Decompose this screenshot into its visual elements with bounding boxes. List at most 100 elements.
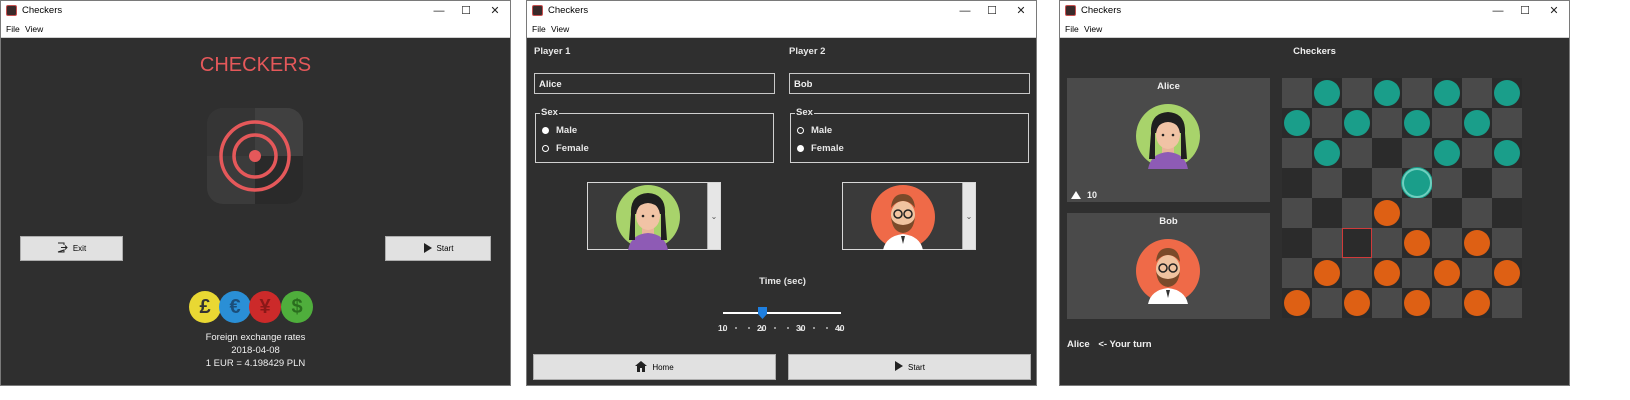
menu-view[interactable]: View bbox=[1084, 24, 1102, 34]
board-cell[interactable] bbox=[1492, 168, 1522, 198]
board-cell[interactable] bbox=[1312, 78, 1342, 108]
menu-file[interactable]: File bbox=[1065, 24, 1079, 34]
menu-file[interactable]: File bbox=[532, 24, 546, 34]
player2-avatar-select[interactable]: ⌄ bbox=[842, 182, 976, 250]
board-cell[interactable] bbox=[1312, 228, 1342, 258]
board-cell[interactable] bbox=[1282, 168, 1312, 198]
menu-view[interactable]: View bbox=[25, 24, 43, 34]
board-cell[interactable] bbox=[1432, 168, 1462, 198]
board-cell[interactable] bbox=[1462, 168, 1492, 198]
menu-file[interactable]: File bbox=[6, 24, 20, 34]
board-cell[interactable] bbox=[1462, 258, 1492, 288]
board-cell[interactable] bbox=[1492, 198, 1522, 228]
board-cell[interactable] bbox=[1462, 108, 1492, 138]
start-button[interactable]: Start bbox=[788, 354, 1031, 380]
orange-piece[interactable] bbox=[1464, 290, 1490, 316]
selected-teal-piece[interactable] bbox=[1404, 170, 1430, 196]
board-cell[interactable] bbox=[1342, 78, 1372, 108]
player2-female-radio[interactable]: Female bbox=[797, 143, 844, 154]
board-cell[interactable] bbox=[1462, 288, 1492, 318]
orange-piece[interactable] bbox=[1494, 260, 1520, 286]
board-cell[interactable] bbox=[1492, 228, 1522, 258]
orange-piece[interactable] bbox=[1404, 290, 1430, 316]
maximize-button[interactable]: ☐ bbox=[981, 3, 1003, 19]
board-cell[interactable] bbox=[1372, 168, 1402, 198]
board-cell[interactable] bbox=[1492, 288, 1522, 318]
orange-piece[interactable] bbox=[1374, 260, 1400, 286]
board-cell[interactable] bbox=[1432, 228, 1462, 258]
minimize-button[interactable]: — bbox=[428, 3, 450, 19]
teal-piece[interactable] bbox=[1464, 110, 1490, 136]
player1-male-radio[interactable]: Male bbox=[542, 125, 577, 136]
board-cell[interactable] bbox=[1312, 168, 1342, 198]
board-cell[interactable] bbox=[1282, 138, 1312, 168]
teal-piece[interactable] bbox=[1494, 80, 1520, 106]
board-cell[interactable] bbox=[1402, 78, 1432, 108]
board-cell[interactable] bbox=[1282, 108, 1312, 138]
board-cell[interactable] bbox=[1372, 288, 1402, 318]
board-cell[interactable] bbox=[1402, 198, 1432, 228]
teal-piece[interactable] bbox=[1314, 140, 1340, 166]
board-cell[interactable] bbox=[1402, 168, 1432, 198]
slider-thumb[interactable] bbox=[757, 306, 767, 319]
player1-name-input[interactable]: Alice bbox=[534, 73, 775, 94]
board-cell[interactable] bbox=[1492, 138, 1522, 168]
board-cell[interactable] bbox=[1342, 288, 1372, 318]
orange-piece[interactable] bbox=[1404, 230, 1430, 256]
board-cell[interactable] bbox=[1312, 138, 1342, 168]
board-cell[interactable] bbox=[1342, 198, 1372, 228]
board-cell[interactable] bbox=[1372, 78, 1402, 108]
board-cell[interactable] bbox=[1282, 288, 1312, 318]
board-cell[interactable] bbox=[1402, 288, 1432, 318]
board-cell[interactable] bbox=[1402, 228, 1432, 258]
board-cell[interactable] bbox=[1432, 138, 1462, 168]
home-button[interactable]: Home bbox=[533, 354, 776, 380]
close-button[interactable]: ✕ bbox=[1543, 3, 1565, 19]
teal-piece[interactable] bbox=[1404, 110, 1430, 136]
teal-piece[interactable] bbox=[1494, 140, 1520, 166]
board-cell[interactable] bbox=[1432, 78, 1462, 108]
board-cell[interactable] bbox=[1432, 198, 1462, 228]
board-cell[interactable] bbox=[1312, 258, 1342, 288]
orange-piece[interactable] bbox=[1374, 200, 1400, 226]
board-cell[interactable] bbox=[1402, 108, 1432, 138]
orange-piece[interactable] bbox=[1314, 260, 1340, 286]
board-cell[interactable] bbox=[1372, 228, 1402, 258]
board-cell[interactable] bbox=[1342, 258, 1372, 288]
player2-name-input[interactable]: Bob bbox=[789, 73, 1030, 94]
board-cell[interactable] bbox=[1342, 108, 1372, 138]
menu-view[interactable]: View bbox=[551, 24, 569, 34]
teal-piece[interactable] bbox=[1284, 110, 1310, 136]
chevron-down-icon[interactable]: ⌄ bbox=[962, 183, 975, 249]
board-cell[interactable] bbox=[1312, 108, 1342, 138]
board-cell[interactable] bbox=[1312, 288, 1342, 318]
board-cell[interactable] bbox=[1282, 228, 1312, 258]
board-cell[interactable] bbox=[1462, 228, 1492, 258]
board-cell[interactable] bbox=[1432, 288, 1462, 318]
close-button[interactable]: ✕ bbox=[1010, 3, 1032, 19]
player1-female-radio[interactable]: Female bbox=[542, 143, 589, 154]
board-cell[interactable] bbox=[1402, 138, 1432, 168]
orange-piece[interactable] bbox=[1284, 290, 1310, 316]
board-cell[interactable] bbox=[1372, 138, 1402, 168]
maximize-button[interactable]: ☐ bbox=[455, 3, 477, 19]
teal-piece[interactable] bbox=[1344, 110, 1370, 136]
board-cell[interactable] bbox=[1342, 168, 1372, 198]
close-button[interactable]: ✕ bbox=[484, 3, 506, 19]
maximize-button[interactable]: ☐ bbox=[1514, 3, 1536, 19]
board-cell[interactable] bbox=[1462, 198, 1492, 228]
teal-piece[interactable] bbox=[1374, 80, 1400, 106]
board-cell[interactable] bbox=[1492, 78, 1522, 108]
orange-piece[interactable] bbox=[1434, 260, 1460, 286]
board-cell[interactable] bbox=[1282, 258, 1312, 288]
start-button[interactable]: Start bbox=[385, 236, 491, 261]
board-cell[interactable] bbox=[1432, 258, 1462, 288]
teal-piece[interactable] bbox=[1434, 140, 1460, 166]
board-cell[interactable] bbox=[1372, 198, 1402, 228]
minimize-button[interactable]: — bbox=[954, 3, 976, 19]
orange-piece[interactable] bbox=[1464, 230, 1490, 256]
time-slider[interactable]: 10 20 30 40 bbox=[718, 303, 844, 333]
teal-piece[interactable] bbox=[1314, 80, 1340, 106]
exit-button[interactable]: Exit bbox=[20, 236, 123, 261]
board-cell[interactable] bbox=[1342, 228, 1372, 258]
